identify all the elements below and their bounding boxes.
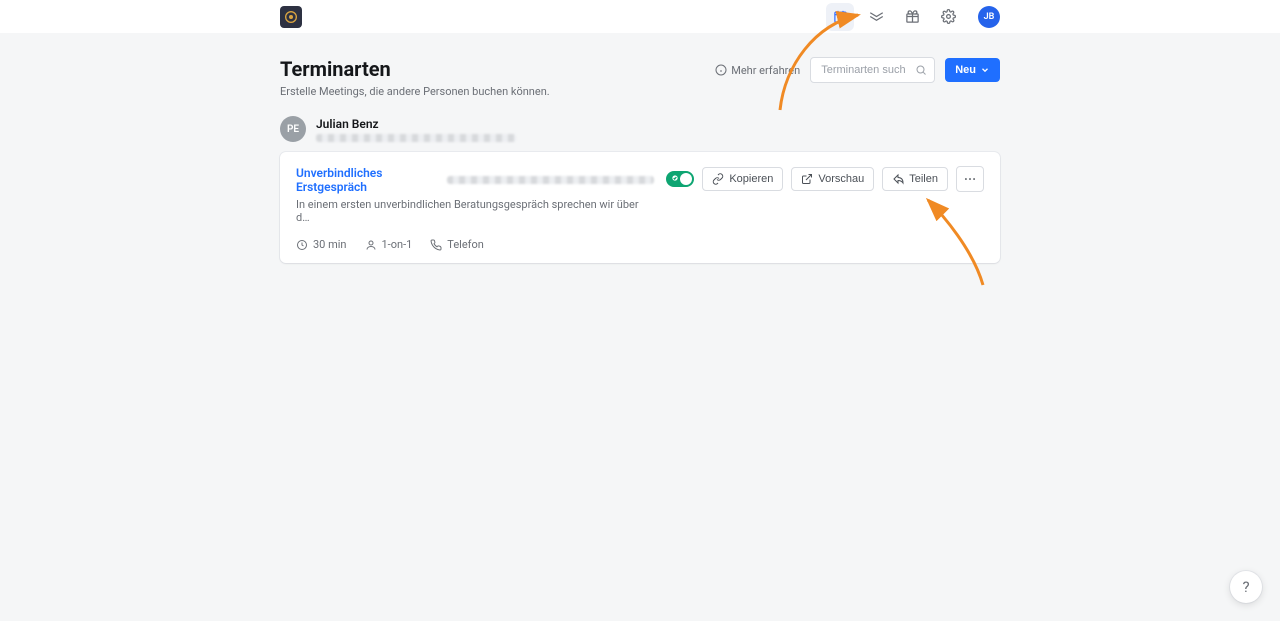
copy-button[interactable]: Kopieren [702, 167, 783, 191]
page-subtitle: Erstelle Meetings, die andere Personen b… [280, 85, 550, 98]
check-icon [671, 174, 679, 182]
info-icon [715, 64, 727, 76]
phone-icon [430, 239, 442, 251]
link-icon [712, 173, 724, 185]
more-icon [963, 172, 977, 186]
topbar: JB [0, 0, 1280, 33]
page-title: Terminarten [280, 57, 550, 81]
user-avatar[interactable]: JB [978, 6, 1000, 28]
owner-name: Julian Benz [316, 117, 516, 131]
meta-duration-label: 30 min [313, 238, 347, 251]
more-button[interactable] [956, 166, 984, 192]
page-header: Terminarten Erstelle Meetings, die ander… [280, 57, 1000, 98]
gear-icon[interactable] [934, 3, 962, 31]
active-toggle[interactable] [666, 171, 694, 187]
copy-label: Kopieren [729, 173, 773, 185]
event-type-url-blurred [447, 176, 655, 184]
event-type-description: In einem ersten unverbindlichen Beratung… [296, 198, 654, 224]
meta-location-label: Telefon [447, 238, 484, 251]
chevron-down-icon [980, 65, 990, 75]
meta-attendees: 1-on-1 [365, 238, 413, 251]
share-button[interactable]: Teilen [882, 167, 948, 191]
new-button-label: Neu [955, 64, 976, 76]
external-link-icon [801, 173, 813, 185]
app-logo[interactable] [280, 6, 302, 28]
owner-row: PE Julian Benz [280, 116, 1000, 142]
meta-duration: 30 min [296, 238, 347, 251]
help-button[interactable]: ? [1230, 571, 1262, 603]
inbox-icon[interactable] [862, 3, 890, 31]
search-input-wrap [810, 57, 935, 83]
gift-icon[interactable] [898, 3, 926, 31]
owner-avatar[interactable]: PE [280, 116, 306, 142]
owner-link-blurred [316, 134, 516, 142]
learn-more-link[interactable]: Mehr erfahren [715, 64, 800, 77]
meta-location: Telefon [430, 238, 484, 251]
share-icon [892, 173, 904, 185]
preview-label: Vorschau [818, 173, 864, 185]
user-icon [365, 239, 377, 251]
page: Terminarten Erstelle Meetings, die ander… [280, 33, 1000, 263]
new-button[interactable]: Neu [945, 58, 1000, 82]
learn-more-label: Mehr erfahren [731, 64, 800, 77]
share-label: Teilen [909, 173, 938, 185]
event-type-title[interactable]: Unverbindliches Erstgespräch [296, 166, 441, 194]
search-icon [915, 64, 927, 76]
meta-attendees-label: 1-on-1 [382, 238, 413, 251]
preview-button[interactable]: Vorschau [791, 167, 874, 191]
clock-icon [296, 239, 308, 251]
event-type-card: Unverbindliches Erstgespräch In einem er… [280, 152, 1000, 263]
calendar-icon[interactable] [826, 3, 854, 31]
